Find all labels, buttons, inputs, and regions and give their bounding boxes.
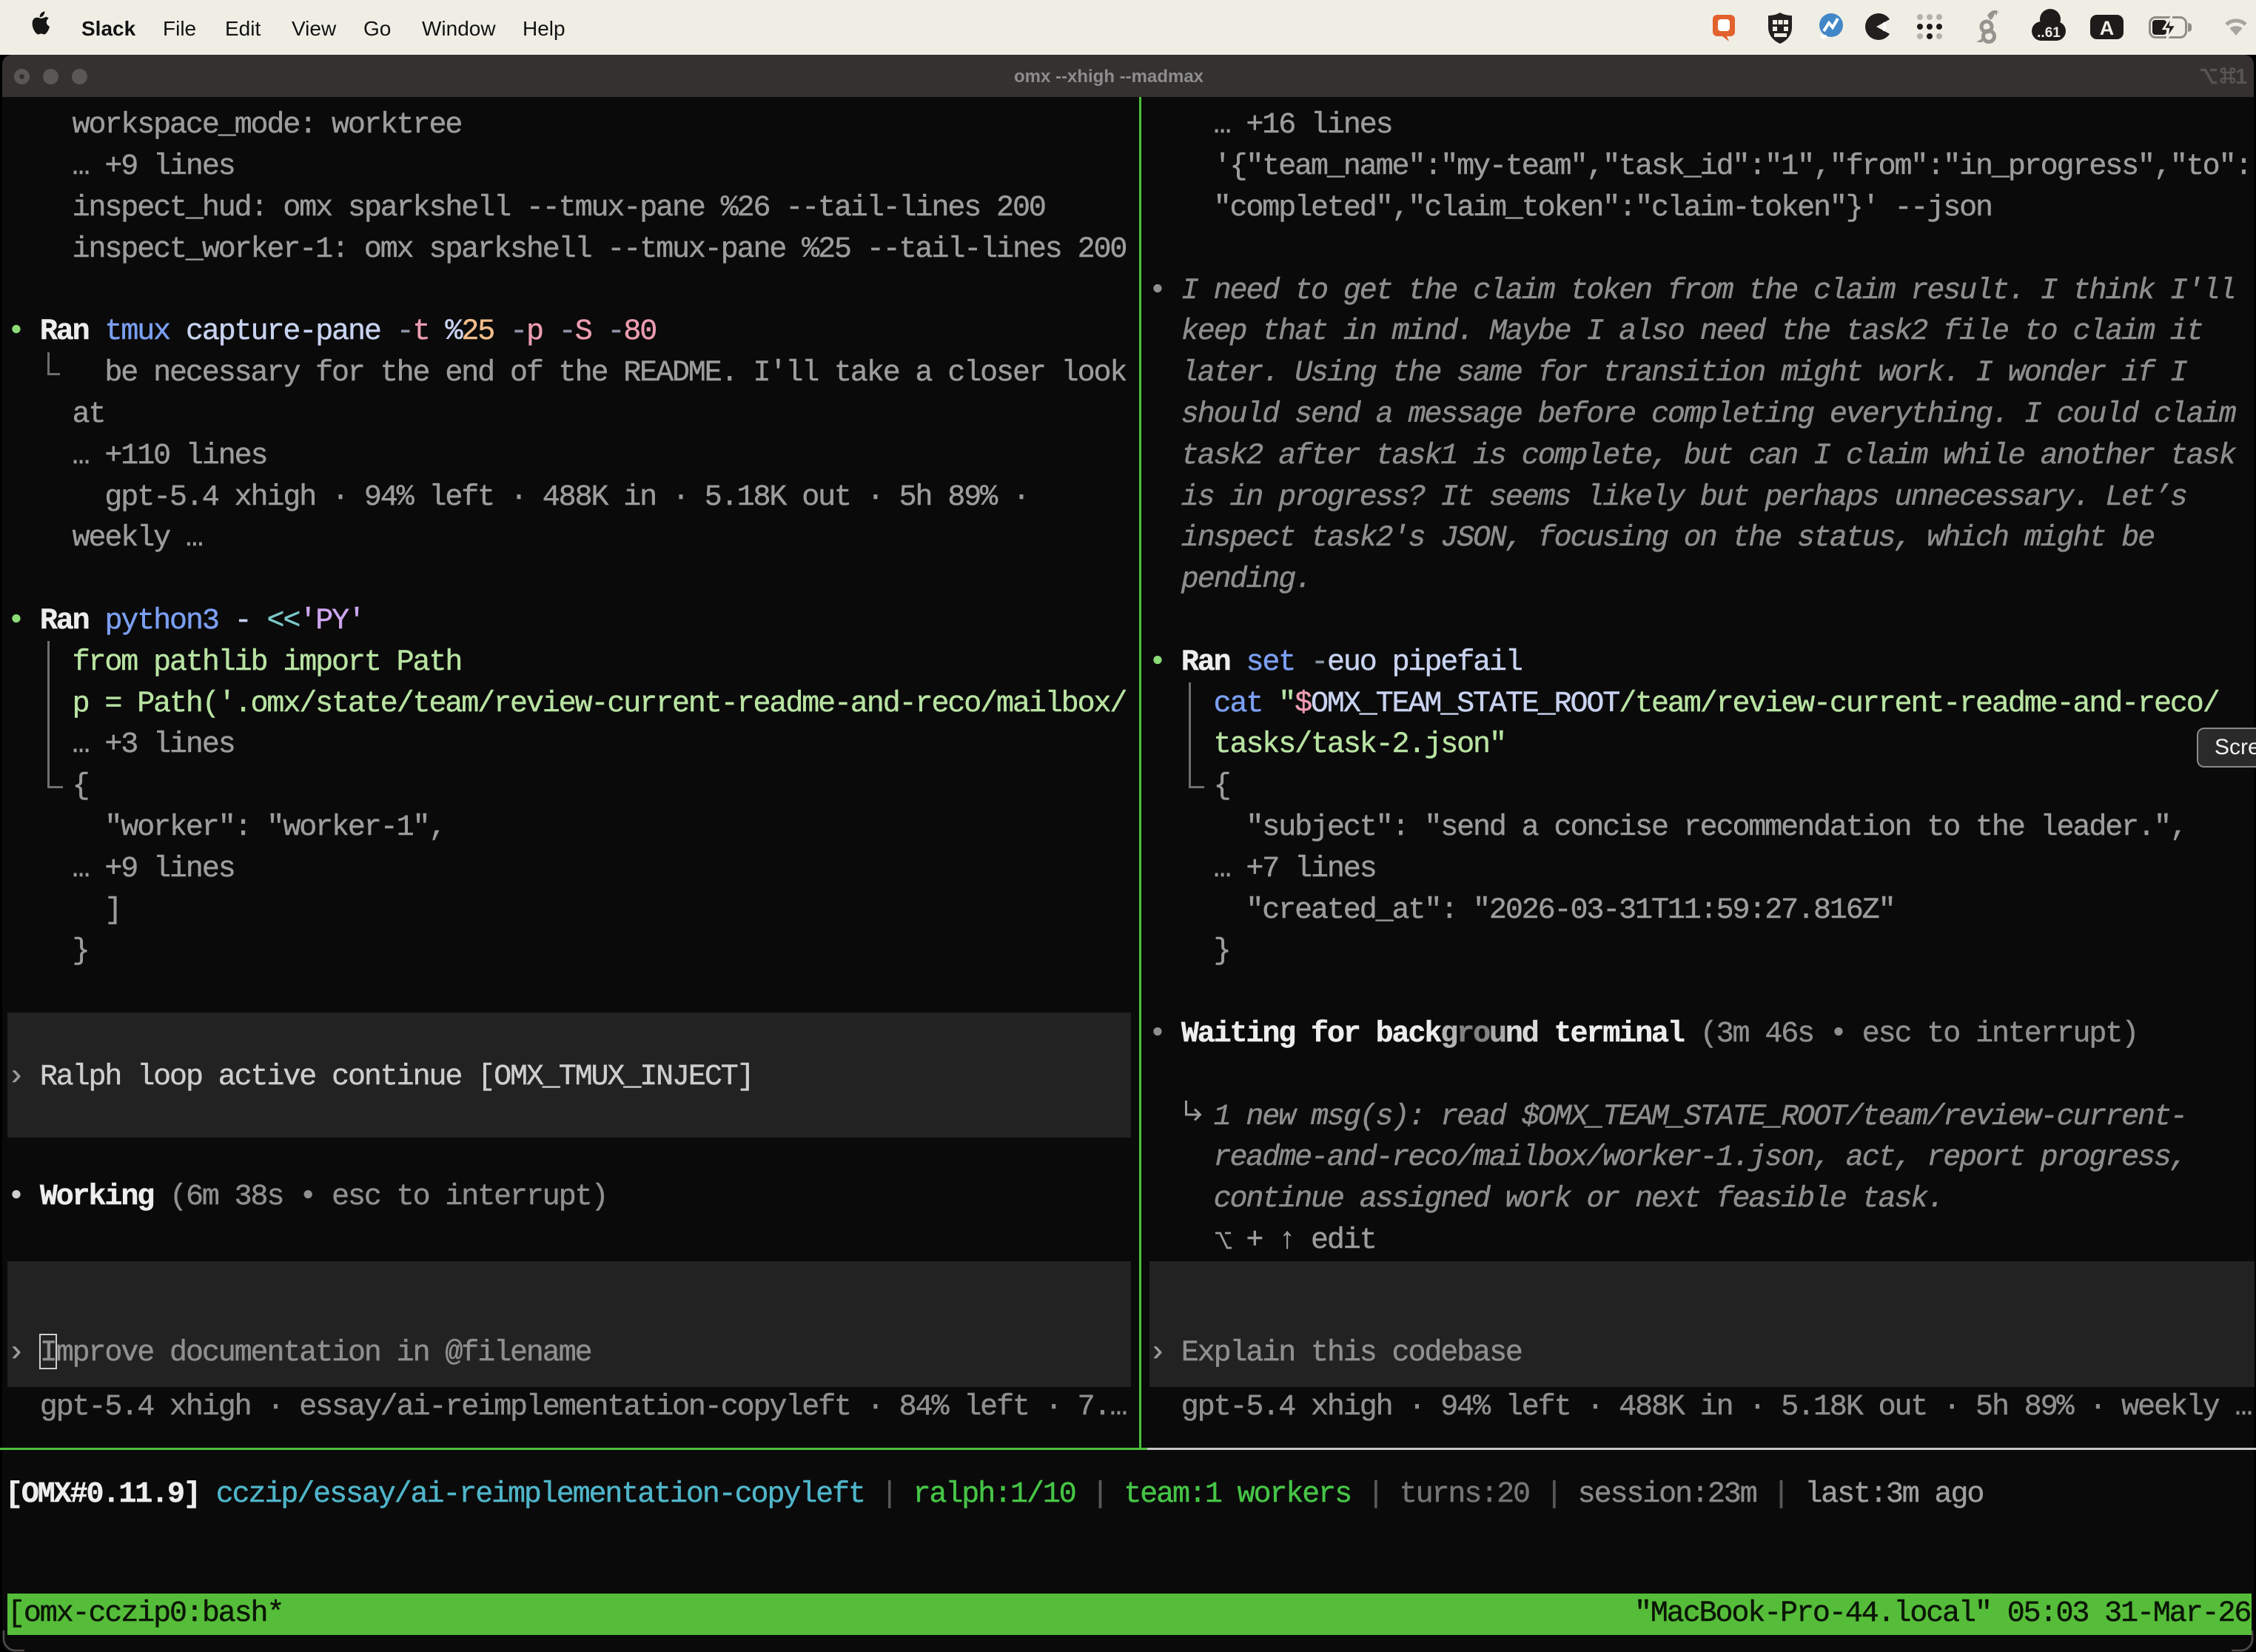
svg-text:..61: ..61	[2037, 25, 2061, 41]
